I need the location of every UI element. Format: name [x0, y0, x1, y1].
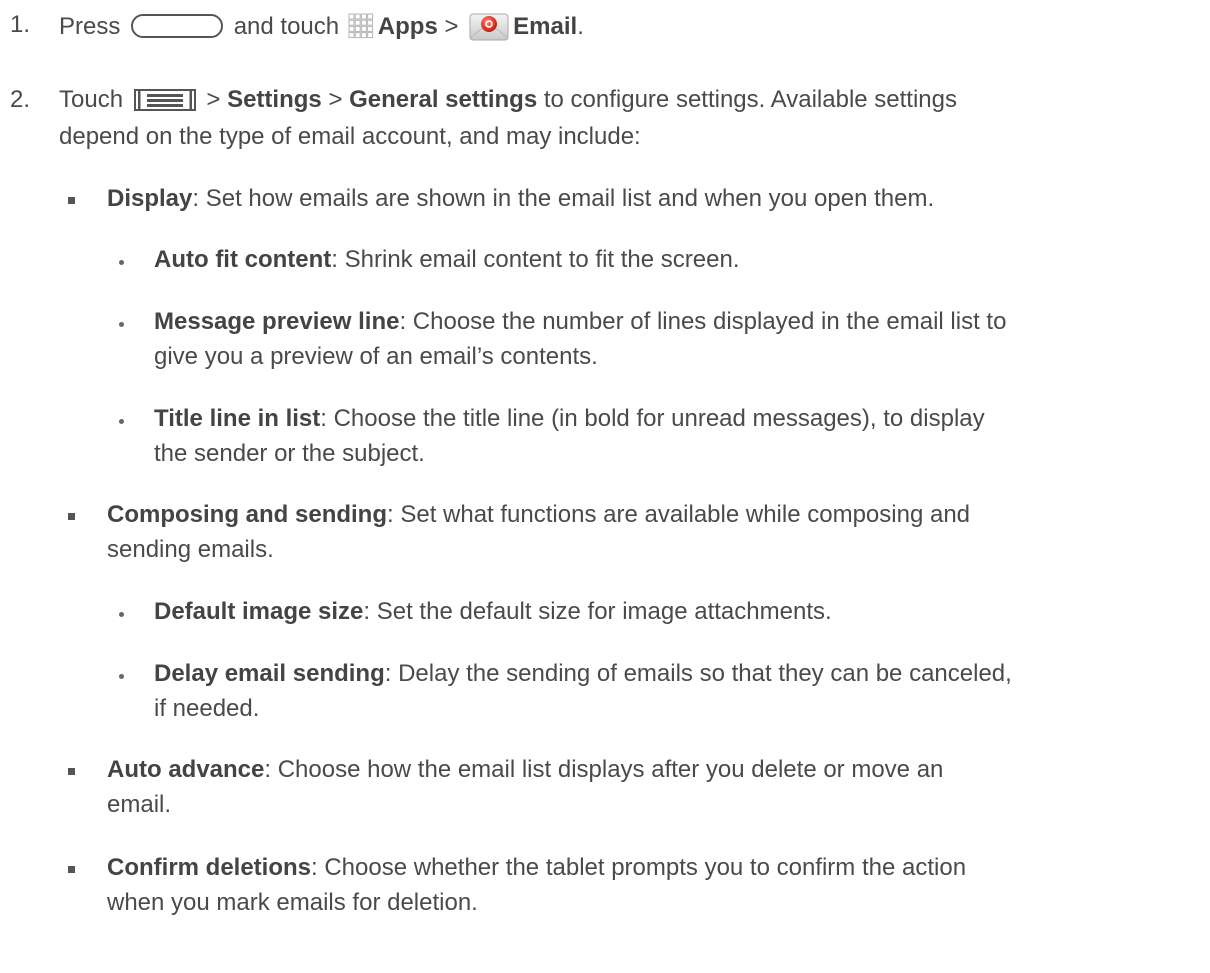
auto-advance-desc-1: : Choose how the email list displays aft…	[264, 756, 944, 783]
square-bullet-icon	[68, 513, 75, 520]
auto-fit-term: Auto fit content	[154, 246, 332, 273]
display-desc: : Set how emails are shown in the email …	[192, 185, 935, 212]
confirm-deletions-desc-1: : Choose whether the tablet prompts you …	[311, 854, 967, 881]
auto-advance-desc-2: email.	[107, 791, 172, 818]
email-app-icon	[469, 10, 509, 50]
menu-key-icon	[133, 89, 196, 119]
confirm-deletions-desc-2: when you mark emails for deletion.	[107, 889, 478, 916]
composing-desc-2: sending emails.	[107, 536, 274, 563]
apps-label: Apps	[377, 13, 438, 40]
dot-bullet-icon	[119, 260, 124, 265]
display-term: Display	[107, 185, 193, 212]
dot-bullet-icon	[119, 674, 124, 679]
auto-fit-item: Auto fit content: Shrink email content t…	[154, 245, 740, 275]
default-image-item: Default image size: Set the default size…	[154, 597, 832, 627]
dot-bullet-icon	[119, 322, 124, 327]
composing-item: Composing and sending: Set what function…	[107, 500, 970, 530]
dot-bullet-icon	[119, 419, 124, 424]
step-1-number: 1.	[10, 11, 31, 38]
delay-email-term: Delay email sending	[154, 660, 385, 687]
dot-bullet-icon	[119, 612, 124, 617]
message-preview-term: Message preview line	[154, 308, 400, 335]
step-2-gt-1: >	[206, 86, 221, 113]
auto-advance-item: Auto advance: Choose how the email list …	[107, 755, 943, 785]
title-line-item: Title line in list: Choose the title lin…	[154, 404, 985, 434]
delay-email-desc-1: : Delay the sending of emails so that th…	[384, 660, 1012, 687]
composing-term: Composing and sending	[107, 501, 387, 528]
email-label: Email	[513, 13, 578, 40]
auto-fit-desc: : Shrink email content to fit the screen…	[331, 246, 740, 273]
title-line-term: Title line in list	[154, 405, 321, 432]
general-settings-label: General settings	[349, 86, 538, 113]
step-2-rest-line-1: to configure settings. Available setting…	[543, 86, 958, 113]
auto-advance-term: Auto advance	[107, 756, 265, 783]
step-1-line: Press and touch Apps > Email.	[59, 10, 584, 50]
message-preview-desc-2: give you a preview of an email’s content…	[154, 343, 598, 370]
step-2-gt-2: >	[328, 86, 343, 113]
step-2-number: 2.	[10, 86, 31, 113]
display-item: Display: Set how emails are shown in the…	[107, 184, 934, 214]
square-bullet-icon	[68, 197, 75, 204]
message-preview-item: Message preview line: Choose the number …	[154, 307, 1006, 337]
default-image-term: Default image size	[154, 598, 364, 625]
settings-label: Settings	[227, 86, 322, 113]
step-1-and-touch-text: and touch	[233, 13, 340, 40]
apps-grid-icon	[348, 13, 374, 47]
square-bullet-icon	[68, 768, 75, 775]
step-1-press-text: Press	[59, 13, 121, 40]
title-line-desc-2: the sender or the subject.	[154, 440, 425, 467]
square-bullet-icon	[68, 866, 75, 873]
delay-email-desc-2: if needed.	[154, 695, 260, 722]
delay-email-item: Delay email sending: Delay the sending o…	[154, 659, 1012, 689]
home-key-icon	[131, 14, 224, 38]
step-2-touch-text: Touch	[59, 86, 124, 113]
default-image-desc: : Set the default size for image attachm…	[363, 598, 832, 625]
step-1-gt: >	[444, 13, 459, 40]
step-1-period: .	[577, 13, 584, 40]
composing-desc-1: : Set what functions are available while…	[387, 501, 971, 528]
step-2-line-1: Touch > Settings > General settings to c…	[59, 85, 957, 119]
confirm-deletions-item: Confirm deletions: Choose whether the ta…	[107, 853, 966, 883]
message-preview-desc-1: : Choose the number of lines displayed i…	[399, 308, 1007, 335]
confirm-deletions-term: Confirm deletions	[107, 854, 312, 881]
step-2-line-2: depend on the type of email account, and…	[59, 123, 641, 150]
title-line-desc-1: : Choose the title line (in bold for unr…	[320, 405, 985, 432]
